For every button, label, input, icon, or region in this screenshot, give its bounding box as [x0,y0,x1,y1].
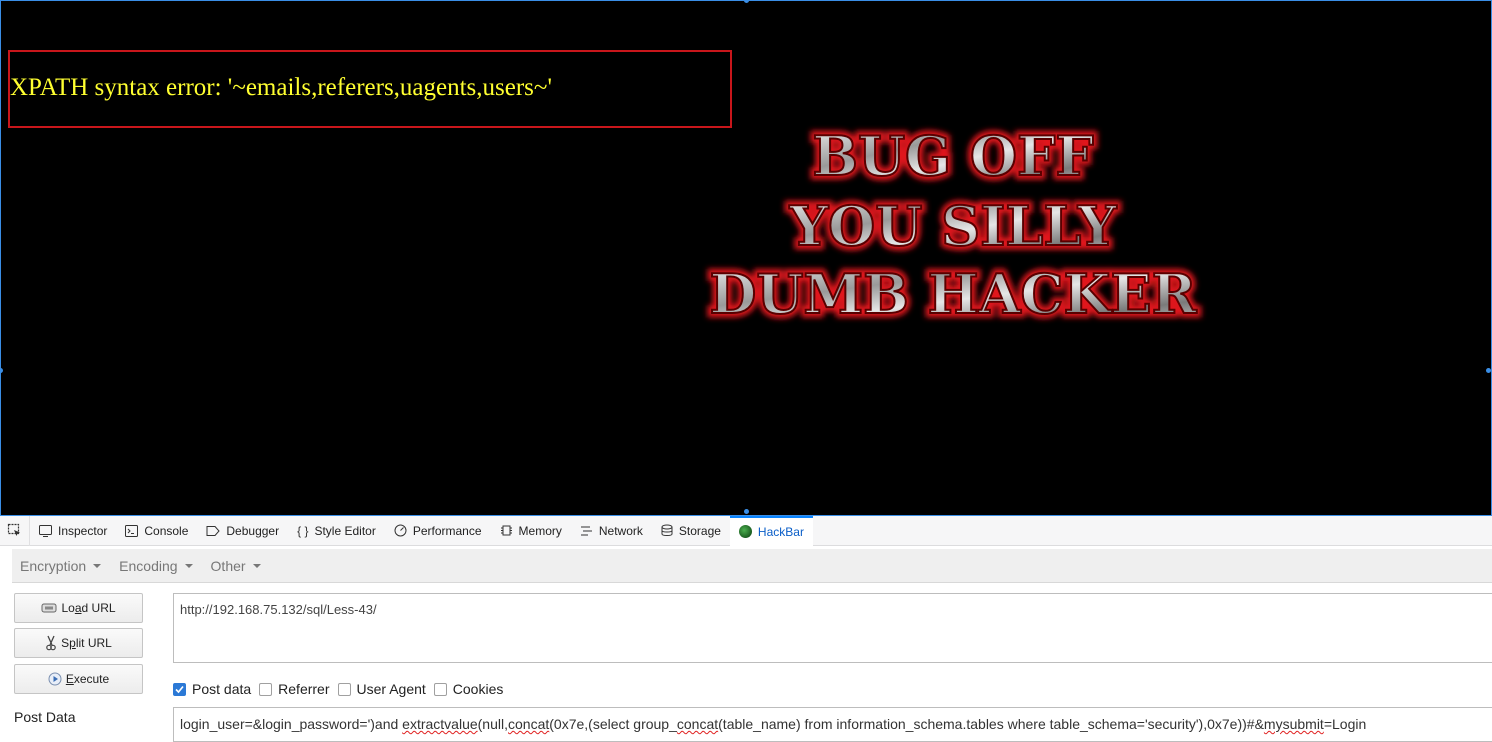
execute-label: Execute [65,672,110,686]
tab-label: Style Editor [314,523,376,538]
tab-inspector[interactable]: Inspector [30,516,116,546]
chevron-down-icon [93,563,102,568]
tab-storage[interactable]: Storage [652,516,730,546]
post-data-label: Post data [192,681,252,697]
url-textarea[interactable]: http://192.168.75.132/sql/Less-43/ [173,593,1492,663]
chevron-down-icon [184,563,193,568]
post-data-checkbox[interactable]: Post data [173,681,251,697]
menu-encryption[interactable]: Encryption [12,558,111,574]
tab-debugger[interactable]: Debugger [197,516,288,546]
svg-text:BUG OFF: BUG OFF [812,124,1093,188]
checkbox-unchecked-icon [337,682,351,696]
tab-label: Memory [518,523,562,538]
element-picker-button[interactable] [0,515,30,546]
page-viewport: XPATH syntax error: '~emails,referers,ua… [0,0,1492,516]
resize-handle-top[interactable] [744,1,749,3]
load-url-icon [41,602,57,614]
cookies-label: Cookies [452,681,504,697]
tab-label: Performance [412,523,482,538]
tab-style-editor[interactable]: { } Style Editor [288,516,385,546]
tab-memory[interactable]: Memory [491,516,571,546]
referrer-checkbox[interactable]: Referrer [259,681,330,697]
menu-other[interactable]: Other [203,558,271,574]
storage-icon [661,524,673,537]
load-url-button[interactable]: Load URL [14,593,143,623]
user-agent-label: User Agent [356,681,426,697]
tab-label: HackBar [757,524,804,539]
hackbar-menu-bar: Encryption Encoding Other [12,549,1492,583]
menu-encoding[interactable]: Encoding [111,558,202,574]
devtools-toolbar: Inspector Console Debugger { } Style Editor P… [0,515,1492,546]
style-editor-icon: { } [297,523,309,538]
menu-label: Encoding [119,557,178,574]
play-icon [48,672,62,686]
hackbar-icon [738,525,752,538]
debugger-icon [206,525,221,537]
element-picker-icon [7,523,20,536]
post-data-field-label: Post Data [14,709,76,725]
post-data-textarea[interactable]: login_user=&login_password=')and extract… [173,707,1492,742]
inspector-icon [39,524,52,537]
tab-performance[interactable]: Performance [385,516,491,546]
checkbox-unchecked-icon [259,682,273,696]
options-checkboxes: Post data Referrer User Agent Cookies [173,679,511,699]
referrer-label: Referrer [278,681,330,697]
devtools-panel: Inspector Console Debugger { } Style Editor P… [0,515,1492,742]
resize-handle-left[interactable] [1,368,3,373]
execute-button[interactable]: Execute [14,664,143,694]
scissors-icon [45,635,57,651]
checkbox-unchecked-icon [433,682,447,696]
svg-text:YOU SILLY: YOU SILLY [789,194,1118,258]
memory-icon [500,524,513,537]
tab-label: Network [598,523,643,538]
tab-label: Debugger [226,523,280,538]
resize-handle-right[interactable] [1486,368,1491,373]
checkbox-checked-icon [173,682,186,696]
menu-label: Encryption [20,557,87,574]
menu-label: Other [210,557,246,574]
tab-label: Inspector [58,523,108,538]
chevron-down-icon [252,563,261,568]
bug-off-banner-image: BUG OFF YOU SILLY DUMB HACKER BUG OFF YO… [705,120,1202,331]
user-agent-checkbox[interactable]: User Agent [337,681,426,697]
error-message-box: XPATH syntax error: '~emails,referers,ua… [8,50,732,128]
tab-label: Storage [678,523,721,538]
xpath-error-text: XPATH syntax error: '~emails,referers,ua… [10,74,552,101]
split-url-button[interactable]: Split URL [14,628,143,658]
banner-text: BUG OFF YOU SILLY DUMB HACKER [708,123,1198,327]
load-url-label: Load URL [61,601,116,615]
tab-hackbar[interactable]: HackBar [729,515,813,546]
resize-handle-bottom[interactable] [744,509,749,514]
network-icon [580,525,593,537]
tab-console[interactable]: Console [116,516,197,546]
tab-network[interactable]: Network [571,516,652,546]
tab-label: Console [144,523,189,538]
performance-icon [394,524,407,537]
console-icon [125,524,139,537]
svg-text:DUMB HACKER: DUMB HACKER [709,262,1197,326]
split-url-label: Split URL [61,636,112,650]
cookies-checkbox[interactable]: Cookies [433,681,504,697]
